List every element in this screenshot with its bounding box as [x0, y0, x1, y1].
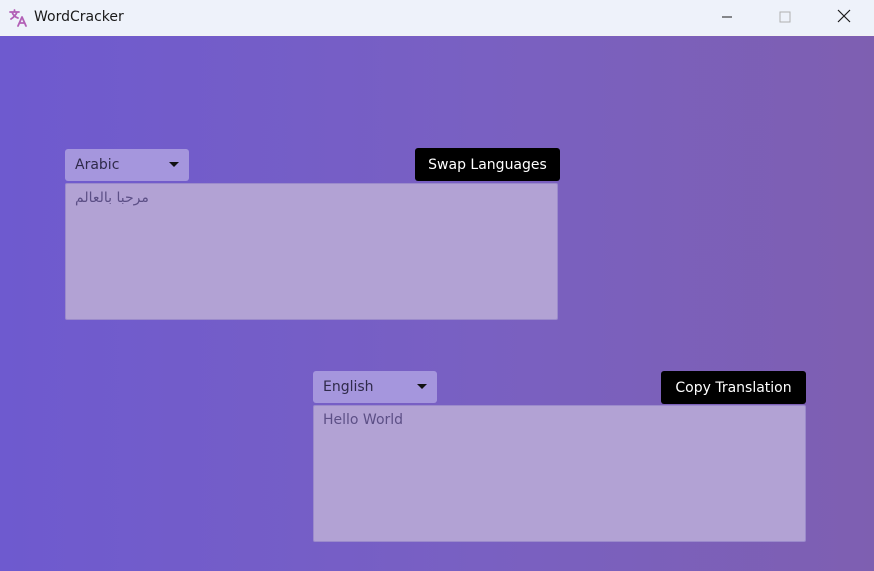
target-language-select[interactable]: English — [313, 371, 437, 403]
maximize-icon — [779, 8, 791, 27]
target-text-value: Hello World — [323, 412, 404, 428]
close-button[interactable] — [815, 0, 873, 35]
chevron-down-icon — [169, 162, 179, 167]
source-text-input[interactable]: مرحبا بالعالم — [65, 183, 558, 320]
close-icon — [837, 8, 851, 27]
chevron-down-icon — [417, 384, 427, 389]
swap-languages-button[interactable]: Swap Languages — [415, 148, 560, 181]
source-language-select[interactable]: Arabic — [65, 149, 189, 181]
minimize-button[interactable] — [698, 0, 756, 35]
window-title: WordCracker — [34, 9, 124, 25]
copy-translation-button[interactable]: Copy Translation — [661, 371, 806, 404]
minimize-icon — [721, 8, 733, 27]
target-text-output[interactable]: Hello World — [313, 405, 806, 542]
title-bar: WordCracker — [0, 0, 874, 35]
source-text-value: مرحبا بالعالم — [75, 190, 149, 206]
app-window: WordCracker Arabic Swap Languages مرحبا … — [0, 0, 874, 571]
source-language-value: Arabic — [75, 157, 120, 173]
target-language-value: English — [323, 379, 374, 395]
maximize-button[interactable] — [756, 0, 814, 35]
translate-icon — [8, 8, 28, 28]
main-content: Arabic Swap Languages مرحبا بالعالم Engl… — [0, 36, 874, 571]
